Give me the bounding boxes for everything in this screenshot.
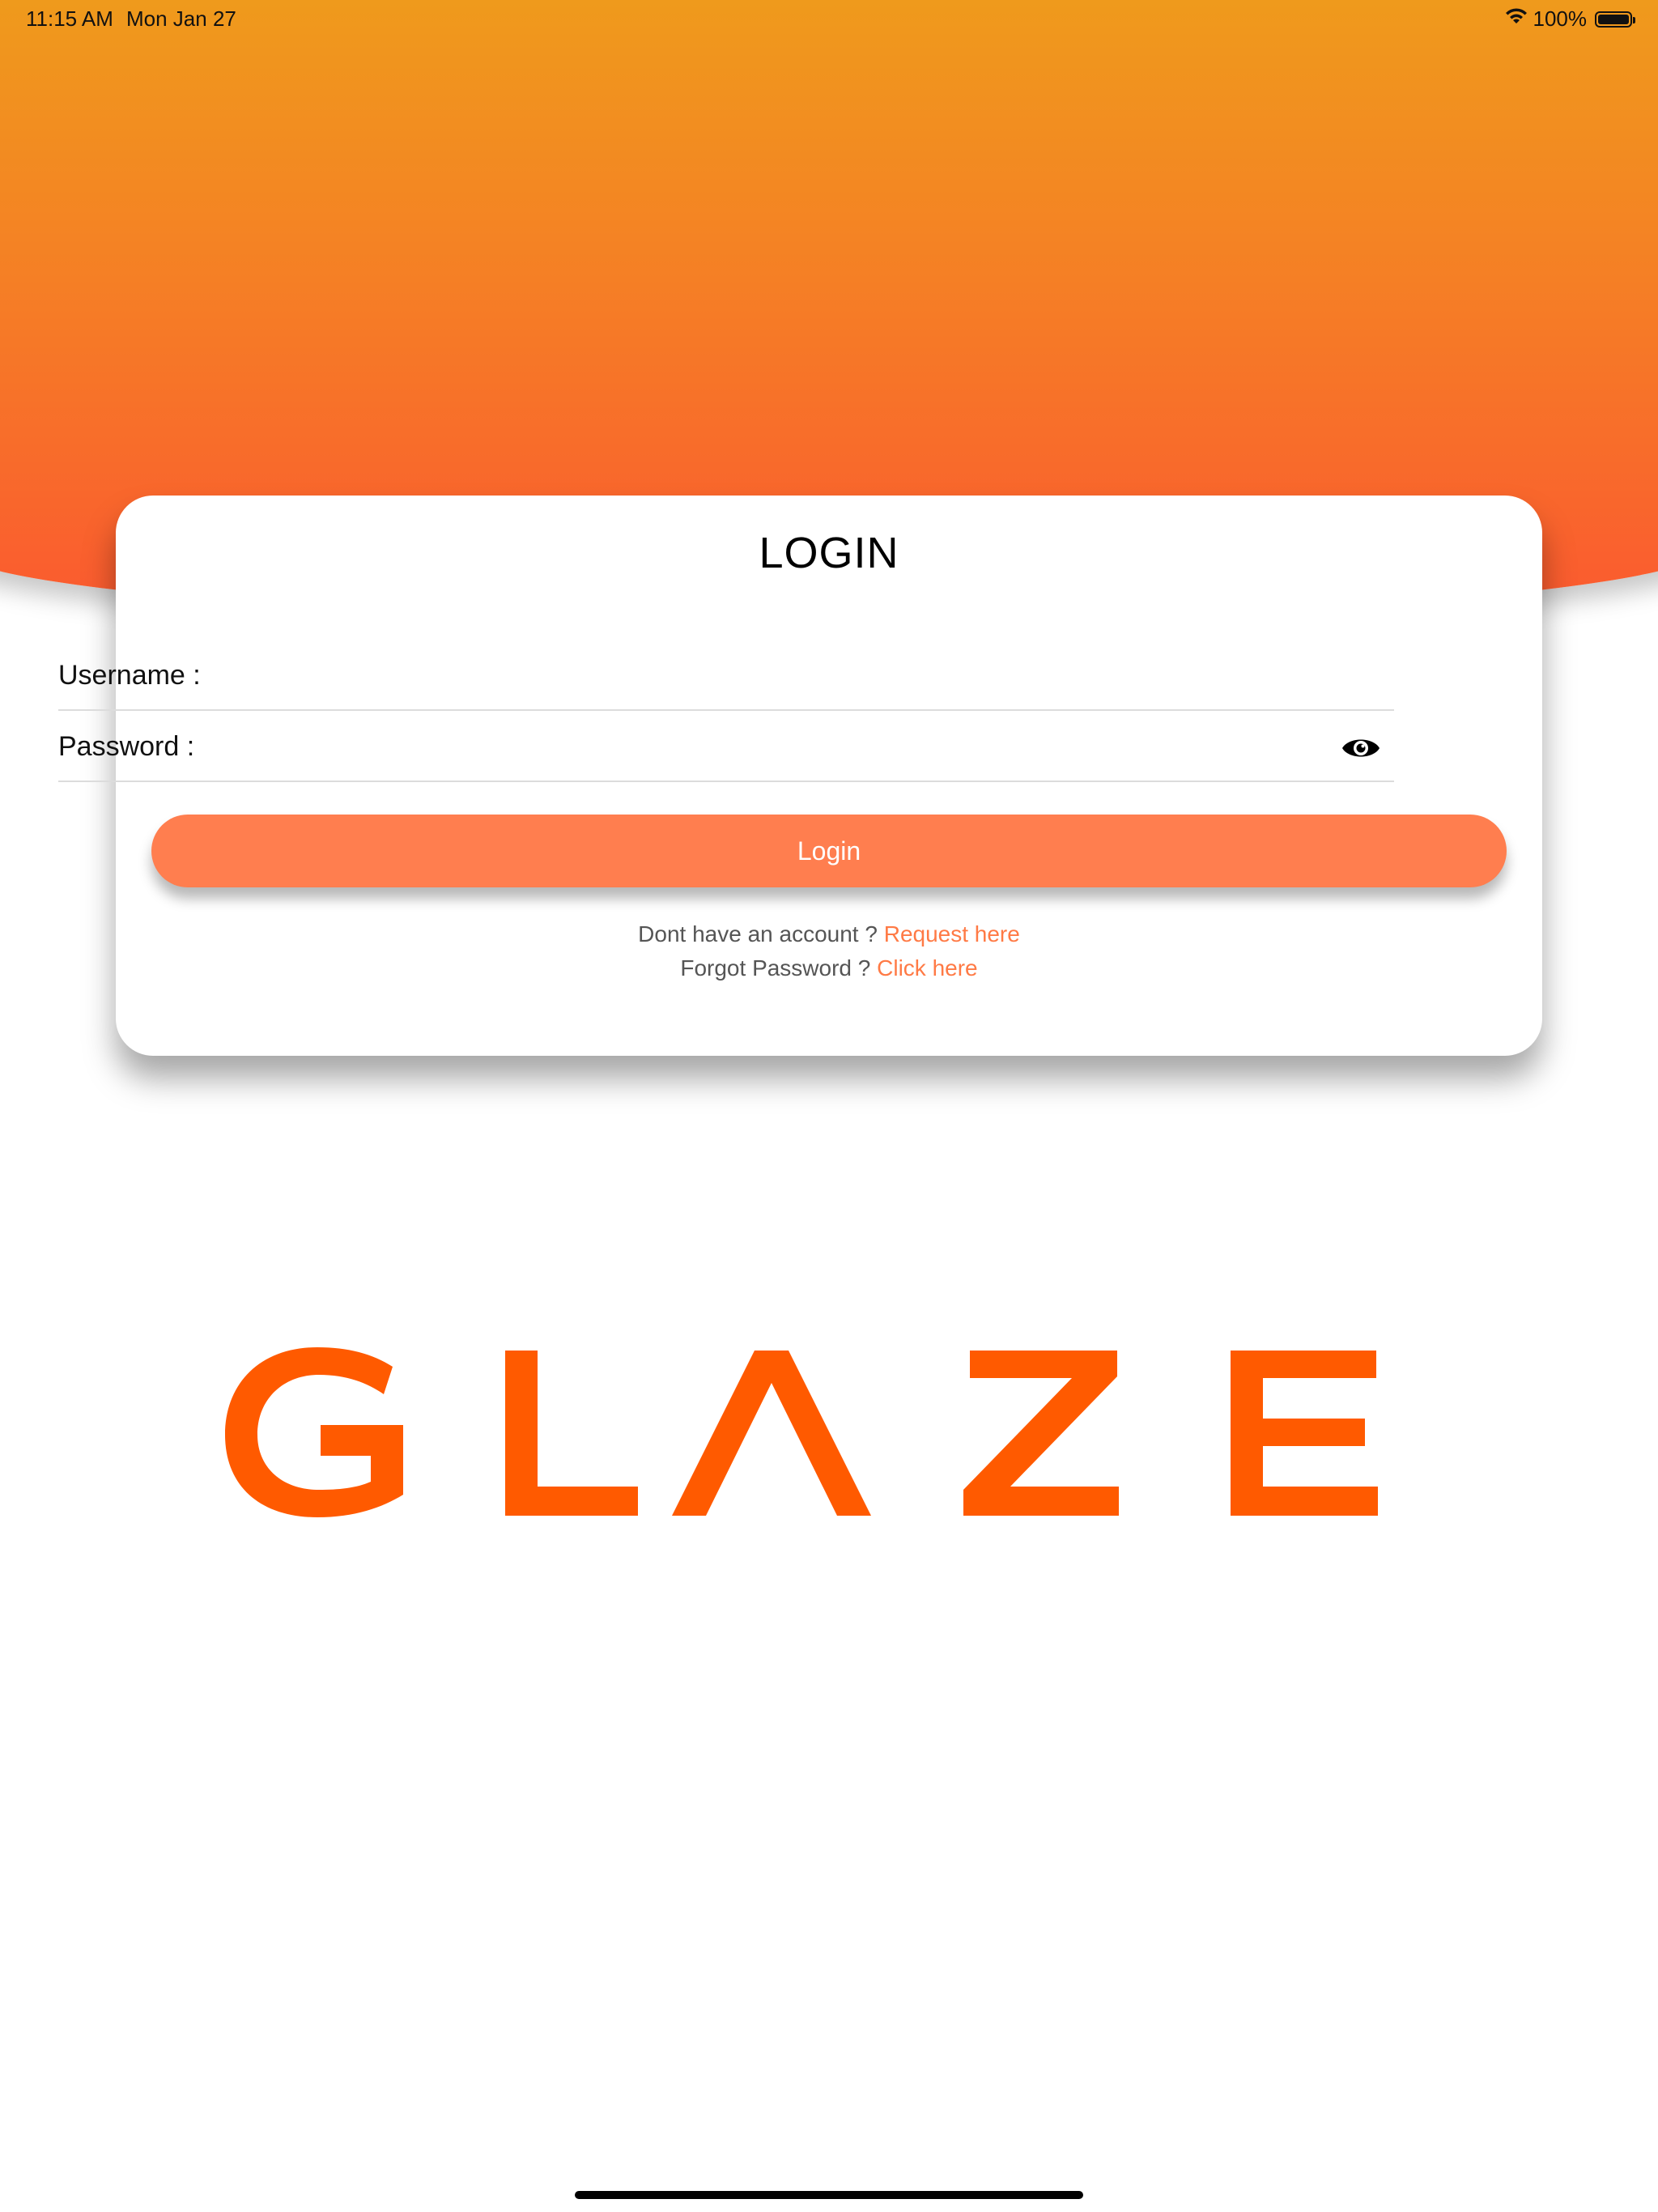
username-input[interactable] xyxy=(220,661,1329,698)
forgot-password-text: Forgot Password ? xyxy=(680,955,871,981)
forgot-password-line: Forgot Password ? Click here xyxy=(0,955,1658,981)
login-screen: 11:15 AM Mon Jan 27 100% LOGIN Username … xyxy=(0,0,1658,2212)
battery-percent: 100% xyxy=(1533,6,1588,31)
password-field[interactable]: Password : xyxy=(58,711,1394,782)
username-field[interactable]: Username : xyxy=(58,640,1394,711)
password-label: Password : xyxy=(58,731,195,762)
click-here-link[interactable]: Click here xyxy=(877,955,977,981)
status-indicators: 100% xyxy=(1504,6,1635,32)
status-date: Mon Jan 27 xyxy=(126,6,236,31)
wifi-icon xyxy=(1504,6,1528,32)
status-time: 11:15 AM xyxy=(26,6,113,31)
glaze-logo xyxy=(219,1344,1457,1522)
login-title: LOGIN xyxy=(759,529,899,577)
home-indicator[interactable] xyxy=(575,2191,1083,2199)
battery-icon xyxy=(1595,11,1635,28)
password-input[interactable] xyxy=(220,732,1329,769)
status-bar: 11:15 AM Mon Jan 27 100% xyxy=(0,0,1658,39)
username-label: Username : xyxy=(58,660,201,691)
request-here-link[interactable]: Request here xyxy=(884,921,1020,946)
no-account-text: Dont have an account ? xyxy=(638,921,878,946)
request-account-line: Dont have an account ? Request here xyxy=(0,921,1658,947)
login-button[interactable]: Login xyxy=(151,815,1507,887)
eye-icon[interactable] xyxy=(1341,734,1381,763)
